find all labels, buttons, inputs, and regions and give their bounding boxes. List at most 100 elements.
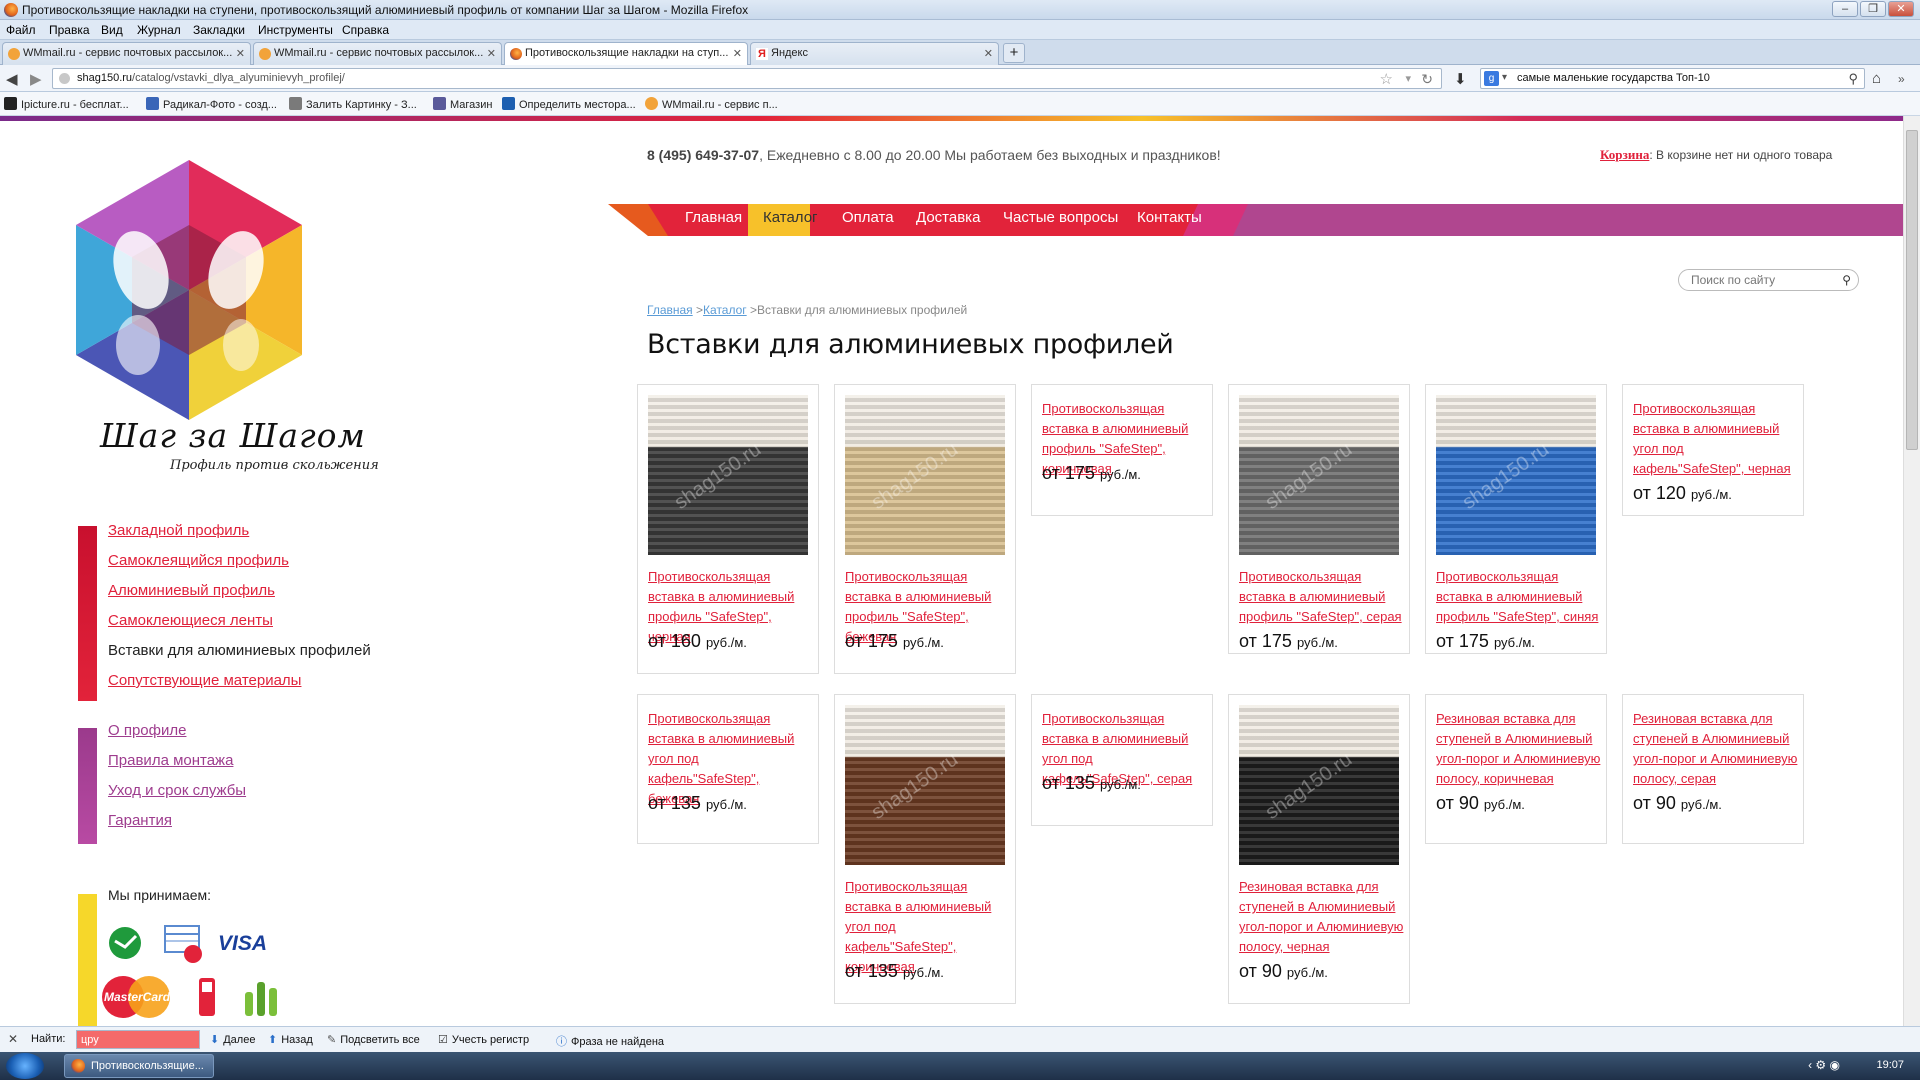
catalog-item-tapes[interactable]: Самоклеющиеся ленты [108,612,273,629]
close-icon[interactable]: ✕ [984,47,993,60]
product-card[interactable]: shag150.ru Противоскользящая вставка в ал… [1228,384,1410,654]
find-prev-button[interactable]: ⬆ Назад [268,1033,313,1046]
site-logo[interactable] [76,160,302,420]
highlight-all-button[interactable]: ✎ Подсветить все [327,1033,420,1046]
taskbar-firefox[interactable]: Противоскользящие... [64,1054,214,1078]
product-name-link[interactable]: Противоскользящая вставка в алюминиевый … [1633,399,1798,479]
nav-faq[interactable]: Частые вопросы [1003,209,1118,226]
product-card[interactable]: Противоскользящая вставка в алюминиевый … [1622,384,1804,516]
search-engine-box[interactable]: g ▾ самые маленькие государства Топ-10 ⚲ [1480,68,1865,89]
bookmark-shop[interactable]: Магазин [433,97,492,111]
product-image[interactable]: shag150.ru [1239,705,1399,865]
product-card[interactable]: Противоскользящая вставка в алюминиевый … [1031,694,1213,826]
wmmail-icon [8,48,20,60]
product-card[interactable]: Противоскользящая вставка в алюминиевый … [1031,384,1213,516]
match-case-checkbox[interactable]: ☑ Учесть регистр [438,1033,529,1046]
toolbar-overflow-icon[interactable]: » [1898,72,1905,86]
home-icon[interactable]: ⌂ [1872,70,1881,87]
page-scrollbar[interactable] [1903,116,1920,1026]
tab-wmmail-2[interactable]: WMmail.ru - сервис почтовых рассылок... … [253,42,502,65]
nav-payment[interactable]: Оплата [842,209,894,226]
site-search-input[interactable] [1691,273,1831,287]
tab-label: WMmail.ru - сервис почтовых рассылок... [274,47,484,59]
back-icon[interactable]: ◀ [6,70,18,88]
find-input[interactable] [76,1030,200,1049]
product-card[interactable]: shag150.ru Противоскользящая вставка в ал… [637,384,819,674]
downloads-icon[interactable]: ⬇ [1454,70,1467,88]
menu-bookmarks[interactable]: Закладки [193,23,245,37]
close-icon[interactable]: ✕ [733,47,742,60]
watermark: shag150.ru [1261,748,1357,824]
start-button[interactable] [6,1053,44,1079]
info-item-installation[interactable]: Правила монтажа [108,752,233,769]
product-image[interactable]: shag150.ru [1239,395,1399,555]
catalog-item-selfadhesive[interactable]: Самоклеящийся профиль [108,552,289,569]
bookmark-ipicture[interactable]: Ipicture.ru - бесплат... [4,97,129,111]
search-icon[interactable]: ⚲ [1842,273,1851,287]
maximize-button[interactable]: ❐ [1860,1,1886,17]
menu-history[interactable]: Журнал [137,23,181,37]
bookmark-zalit[interactable]: Залить Картинку - З... [289,97,417,111]
reload-icon[interactable]: ↻ [1421,71,1433,88]
breadcrumb-catalog[interactable]: Каталог [703,303,747,317]
address-bar[interactable]: shag150.ru/catalog/vstavki_dlya_alyumini… [52,68,1442,89]
product-image[interactable]: shag150.ru [845,705,1005,865]
bookmark-radikal[interactable]: Радикал-Фото - созд... [146,97,277,111]
product-card[interactable]: shag150.ru Противоскользящая вставка в ал… [834,384,1016,674]
new-tab-button[interactable]: + [1003,43,1025,63]
arrow-up-icon: ⬆ [268,1034,278,1046]
nav-contacts[interactable]: Контакты [1137,209,1202,226]
tab-yandex[interactable]: Я Яндекс ✕ [750,42,999,65]
product-image[interactable]: shag150.ru [648,395,808,555]
product-name-link[interactable]: Резиновая вставка для ступеней в Алюмини… [1436,709,1601,789]
info-item-about[interactable]: О профиле [108,722,186,739]
product-card[interactable]: shag150.ru Резиновая вставка для ступеней… [1228,694,1410,1004]
close-icon[interactable]: ✕ [236,47,245,60]
menu-edit[interactable]: Правка [49,23,90,37]
close-icon[interactable]: ✕ [8,1032,18,1046]
cart-link[interactable]: Корзина [1600,147,1649,162]
close-icon[interactable]: ✕ [487,47,496,60]
menu-file[interactable]: Файл [6,23,36,37]
catalog-menu-bar [78,526,97,701]
info-item-warranty[interactable]: Гарантия [108,812,172,829]
menu-view[interactable]: Вид [101,23,123,37]
product-card[interactable]: Резиновая вставка для ступеней в Алюмини… [1622,694,1804,844]
search-icon[interactable]: ⚲ [1848,71,1858,87]
nav-catalog[interactable]: Каталог [763,209,818,226]
minimize-button[interactable]: – [1832,1,1858,17]
info-item-care[interactable]: Уход и срок службы [108,782,246,799]
product-card[interactable]: shag150.ru Противоскользящая вставка в ал… [1425,384,1607,654]
bookmark-star-icon[interactable]: ☆ [1380,70,1393,88]
catalog-item-inserts[interactable]: Вставки для алюминиевых профилей [108,642,371,659]
product-card[interactable]: Противоскользящая вставка в алюминиевый … [637,694,819,844]
nav-delivery[interactable]: Доставка [916,209,980,226]
scrollbar-thumb[interactable] [1906,130,1918,450]
product-card[interactable]: Резиновая вставка для ступеней в Алюмини… [1425,694,1607,844]
product-name-link[interactable]: Противоскользящая вставка в алюминиевый … [1436,567,1601,627]
product-image[interactable]: shag150.ru [1436,395,1596,555]
product-name-link[interactable]: Резиновая вставка для ступеней в Алюмини… [1633,709,1798,789]
close-window-button[interactable]: ✕ [1888,1,1914,17]
product-name-link[interactable]: Противоскользящая вставка в алюминиевый … [1239,567,1404,627]
menu-tools[interactable]: Инструменты [258,23,333,37]
forward-icon[interactable]: ▶ [30,70,42,88]
catalog-item-embedded[interactable]: Закладной профиль [108,522,249,539]
tab-wmmail-1[interactable]: WMmail.ru - сервис почтовых рассылок... … [2,42,251,65]
product-card[interactable]: shag150.ru Противоскользящая вставка в ал… [834,694,1016,1004]
bookmark-wmmail[interactable]: WMmail.ru - сервис п... [645,97,778,111]
breadcrumb-home[interactable]: Главная [647,303,693,317]
history-dropdown-icon[interactable]: ▾ [1405,72,1411,85]
tray-icons[interactable]: ‹ ⚙ ◉ [1808,1058,1840,1072]
site-search[interactable]: ⚲ [1678,269,1859,291]
find-next-button[interactable]: ⬇ Далее [210,1033,255,1046]
bookmark-ip[interactable]: Определить местора... [502,97,636,111]
catalog-item-related[interactable]: Сопутствующие материалы [108,672,301,689]
nav-home[interactable]: Главная [685,209,742,226]
catalog-item-aluminium[interactable]: Алюминиевый профиль [108,582,275,599]
menu-help[interactable]: Справка [342,23,389,37]
tab-shag150[interactable]: Противоскользящие накладки на ступ... ✕ [504,42,748,66]
engine-dropdown-icon[interactable]: ▾ [1502,72,1507,83]
product-name-link[interactable]: Резиновая вставка для ступеней в Алюмини… [1239,877,1404,957]
product-image[interactable]: shag150.ru [845,395,1005,555]
